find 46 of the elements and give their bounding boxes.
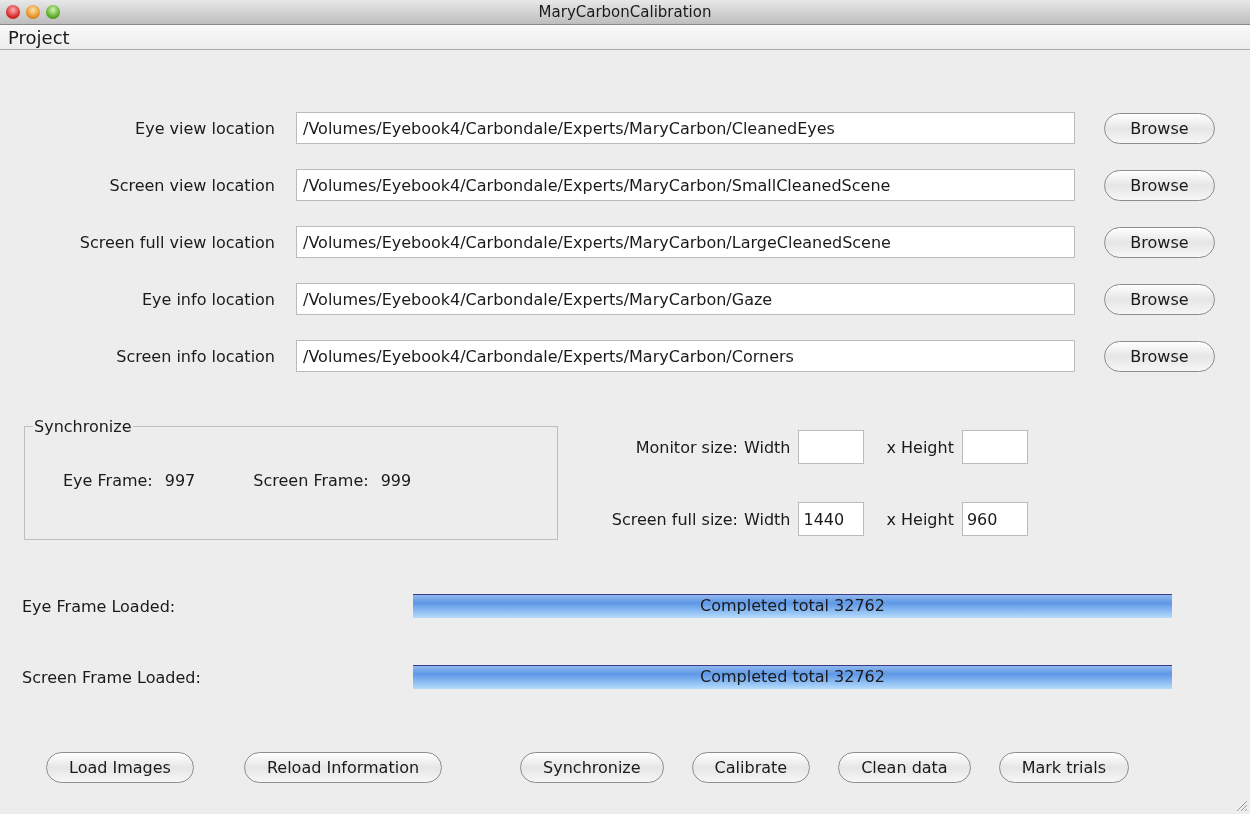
group-title: Synchronize: [33, 417, 133, 436]
height-field[interactable]: 960: [961, 502, 1028, 536]
close-icon[interactable]: [6, 5, 20, 19]
width-field[interactable]: [798, 430, 865, 464]
frame-value: 997: [164, 471, 196, 490]
browse-button[interactable]: Browse: [1104, 169, 1215, 201]
width-label: Width: [744, 437, 791, 457]
resize-grip-icon[interactable]: [1234, 798, 1248, 812]
action-button[interactable]: Mark trials: [998, 752, 1130, 783]
path-field[interactable]: /Volumes/Eyebook4/Carbondale/Experts/MaryCarbon/Gaze: [296, 283, 1075, 315]
action-button[interactable]: Calibrate: [691, 752, 811, 783]
zoom-icon[interactable]: [46, 5, 60, 19]
progress-label: Eye Frame Loaded:: [22, 596, 177, 616]
menu-item[interactable]: Project: [8, 26, 70, 48]
frame-label: Eye Frame:: [63, 471, 153, 490]
browse-button[interactable]: Browse: [1104, 226, 1215, 258]
action-button[interactable]: Reload Information: [243, 752, 443, 783]
progress-text: Completed total 32762: [699, 595, 886, 617]
size-label: Monitor size:: [634, 437, 738, 457]
height-field[interactable]: [961, 430, 1028, 464]
size-label: Screen full size:: [610, 509, 738, 529]
browse-button[interactable]: Browse: [1104, 340, 1215, 372]
browse-button[interactable]: Browse: [1104, 283, 1215, 315]
progress-text: Completed total 32762: [699, 666, 886, 688]
action-button[interactable]: Synchronize: [520, 752, 664, 783]
width-label: Width: [744, 509, 791, 529]
field-label: Screen view location: [108, 175, 275, 195]
path-field[interactable]: /Volumes/Eyebook4/Carbondale/Experts/MaryCarbon/Corners: [296, 340, 1075, 372]
field-label: Screen info location: [115, 346, 275, 366]
height-label: x Height: [886, 437, 954, 457]
frame-label: Screen Frame:: [253, 471, 369, 490]
field-label: Screen full view location: [78, 232, 275, 252]
width-field[interactable]: 1440: [798, 502, 865, 536]
progress-label: Screen Frame Loaded:: [22, 667, 202, 687]
field-label: Eye view location: [134, 118, 275, 138]
height-label: x Height: [886, 509, 954, 529]
path-field[interactable]: /Volumes/Eyebook4/Carbondale/Experts/MaryCarbon/SmallCleanedScene: [296, 169, 1075, 201]
frame-value: 999: [380, 471, 412, 490]
browse-button[interactable]: Browse: [1104, 112, 1215, 144]
path-field[interactable]: /Volumes/Eyebook4/Carbondale/Experts/MaryCarbon/CleanedEyes: [296, 112, 1075, 144]
minimize-icon[interactable]: [26, 5, 40, 19]
window-title: MaryCarbonCalibration: [538, 3, 712, 21]
action-button[interactable]: Load Images: [46, 752, 194, 783]
field-label: Eye info location: [140, 289, 275, 309]
action-button[interactable]: Clean data: [838, 752, 971, 783]
path-field[interactable]: /Volumes/Eyebook4/Carbondale/Experts/MaryCarbon/LargeCleanedScene: [296, 226, 1075, 258]
